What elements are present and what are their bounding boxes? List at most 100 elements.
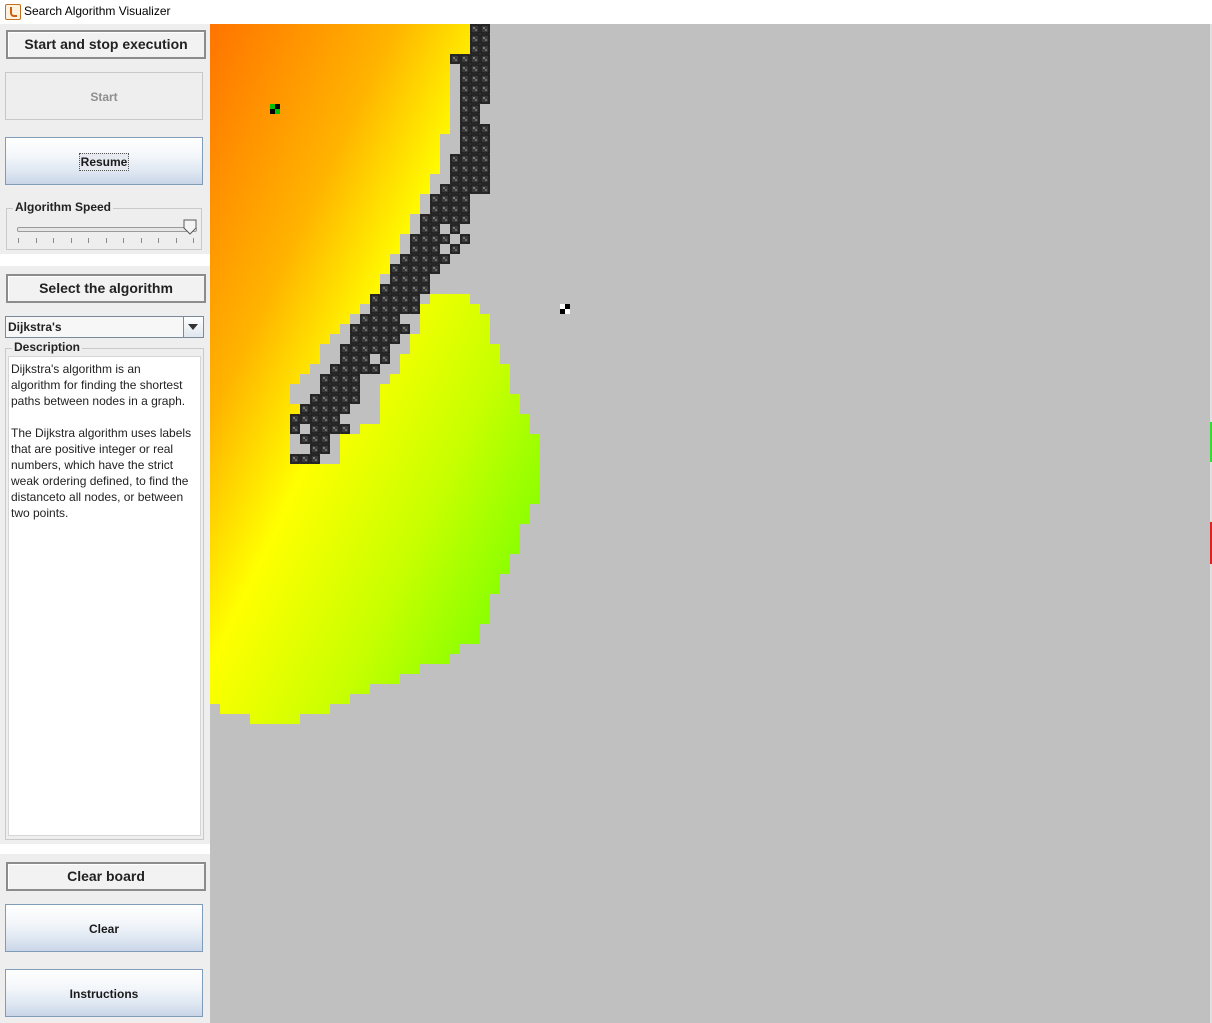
wall-cell[interactable]	[320, 374, 330, 384]
wall-cell[interactable]	[480, 44, 490, 54]
wall-cell[interactable]	[370, 294, 380, 304]
wall-cell[interactable]	[320, 384, 330, 394]
wall-cell[interactable]	[470, 24, 480, 34]
wall-cell[interactable]	[470, 114, 480, 124]
wall-cell[interactable]	[380, 304, 390, 314]
wall-cell[interactable]	[350, 344, 360, 354]
wall-cell[interactable]	[480, 54, 490, 64]
wall-cell[interactable]	[350, 394, 360, 404]
wall-cell[interactable]	[480, 64, 490, 74]
wall-cell[interactable]	[390, 274, 400, 284]
wall-cell[interactable]	[320, 444, 330, 454]
wall-cell[interactable]	[460, 194, 470, 204]
wall-cell[interactable]	[350, 324, 360, 334]
wall-cell[interactable]	[460, 84, 470, 94]
wall-cell[interactable]	[420, 224, 430, 234]
wall-cell[interactable]	[310, 424, 320, 434]
wall-cell[interactable]	[470, 54, 480, 64]
wall-cell[interactable]	[330, 364, 340, 374]
wall-cell[interactable]	[290, 454, 300, 464]
wall-cell[interactable]	[310, 394, 320, 404]
wall-cell[interactable]	[330, 414, 340, 424]
wall-cell[interactable]	[400, 324, 410, 334]
wall-cell[interactable]	[380, 354, 390, 364]
wall-cell[interactable]	[450, 174, 460, 184]
wall-cell[interactable]	[430, 204, 440, 214]
wall-cell[interactable]	[440, 214, 450, 224]
wall-cell[interactable]	[370, 334, 380, 344]
wall-cell[interactable]	[310, 454, 320, 464]
wall-cell[interactable]	[320, 434, 330, 444]
wall-cell[interactable]	[410, 304, 420, 314]
wall-cell[interactable]	[300, 414, 310, 424]
wall-cell[interactable]	[390, 324, 400, 334]
wall-cell[interactable]	[330, 424, 340, 434]
wall-cell[interactable]	[430, 194, 440, 204]
wall-cell[interactable]	[410, 274, 420, 284]
wall-cell[interactable]	[380, 344, 390, 354]
wall-cell[interactable]	[340, 404, 350, 414]
wall-cell[interactable]	[400, 294, 410, 304]
wall-cell[interactable]	[480, 84, 490, 94]
wall-cell[interactable]	[420, 234, 430, 244]
wall-cell[interactable]	[340, 364, 350, 374]
wall-cell[interactable]	[480, 74, 490, 84]
wall-cell[interactable]	[320, 414, 330, 424]
wall-cell[interactable]	[360, 324, 370, 334]
wall-cell[interactable]	[460, 104, 470, 114]
wall-cell[interactable]	[460, 184, 470, 194]
wall-cell[interactable]	[290, 414, 300, 424]
wall-cell[interactable]	[360, 344, 370, 354]
wall-cell[interactable]	[370, 324, 380, 334]
grid-canvas[interactable]	[210, 24, 1210, 1023]
wall-cell[interactable]	[350, 384, 360, 394]
wall-cell[interactable]	[460, 54, 470, 64]
wall-cell[interactable]	[360, 314, 370, 324]
wall-cell[interactable]	[450, 184, 460, 194]
wall-cell[interactable]	[460, 214, 470, 224]
wall-cell[interactable]	[340, 344, 350, 354]
wall-cell[interactable]	[310, 414, 320, 424]
wall-cell[interactable]	[470, 74, 480, 84]
wall-cell[interactable]	[400, 254, 410, 264]
start-button[interactable]: Start	[5, 72, 203, 120]
speed-slider-track[interactable]	[17, 227, 197, 232]
wall-cell[interactable]	[340, 384, 350, 394]
wall-cell[interactable]	[390, 294, 400, 304]
wall-cell[interactable]	[470, 134, 480, 144]
wall-cell[interactable]	[300, 454, 310, 464]
wall-cell[interactable]	[480, 24, 490, 34]
wall-cell[interactable]	[370, 344, 380, 354]
wall-cell[interactable]	[410, 254, 420, 264]
wall-cell[interactable]	[450, 204, 460, 214]
wall-cell[interactable]	[390, 314, 400, 324]
wall-cell[interactable]	[420, 244, 430, 254]
speed-slider-thumb[interactable]	[183, 219, 197, 235]
wall-cell[interactable]	[460, 234, 470, 244]
clear-button[interactable]: Clear	[5, 904, 203, 952]
wall-cell[interactable]	[380, 334, 390, 344]
wall-cell[interactable]	[440, 254, 450, 264]
wall-cell[interactable]	[440, 184, 450, 194]
wall-cell[interactable]	[330, 404, 340, 414]
wall-cell[interactable]	[310, 404, 320, 414]
wall-cell[interactable]	[430, 234, 440, 244]
wall-cell[interactable]	[480, 124, 490, 134]
wall-cell[interactable]	[460, 94, 470, 104]
wall-cell[interactable]	[310, 434, 320, 444]
wall-cell[interactable]	[460, 134, 470, 144]
wall-cell[interactable]	[480, 174, 490, 184]
wall-cell[interactable]	[480, 34, 490, 44]
wall-cell[interactable]	[470, 184, 480, 194]
wall-cell[interactable]	[380, 324, 390, 334]
wall-cell[interactable]	[420, 284, 430, 294]
chevron-down-icon[interactable]	[183, 317, 203, 337]
wall-cell[interactable]	[380, 314, 390, 324]
wall-cell[interactable]	[410, 264, 420, 274]
wall-cell[interactable]	[310, 444, 320, 454]
wall-cell[interactable]	[360, 354, 370, 364]
wall-cell[interactable]	[420, 254, 430, 264]
wall-cell[interactable]	[470, 154, 480, 164]
wall-cell[interactable]	[460, 164, 470, 174]
wall-cell[interactable]	[440, 204, 450, 214]
